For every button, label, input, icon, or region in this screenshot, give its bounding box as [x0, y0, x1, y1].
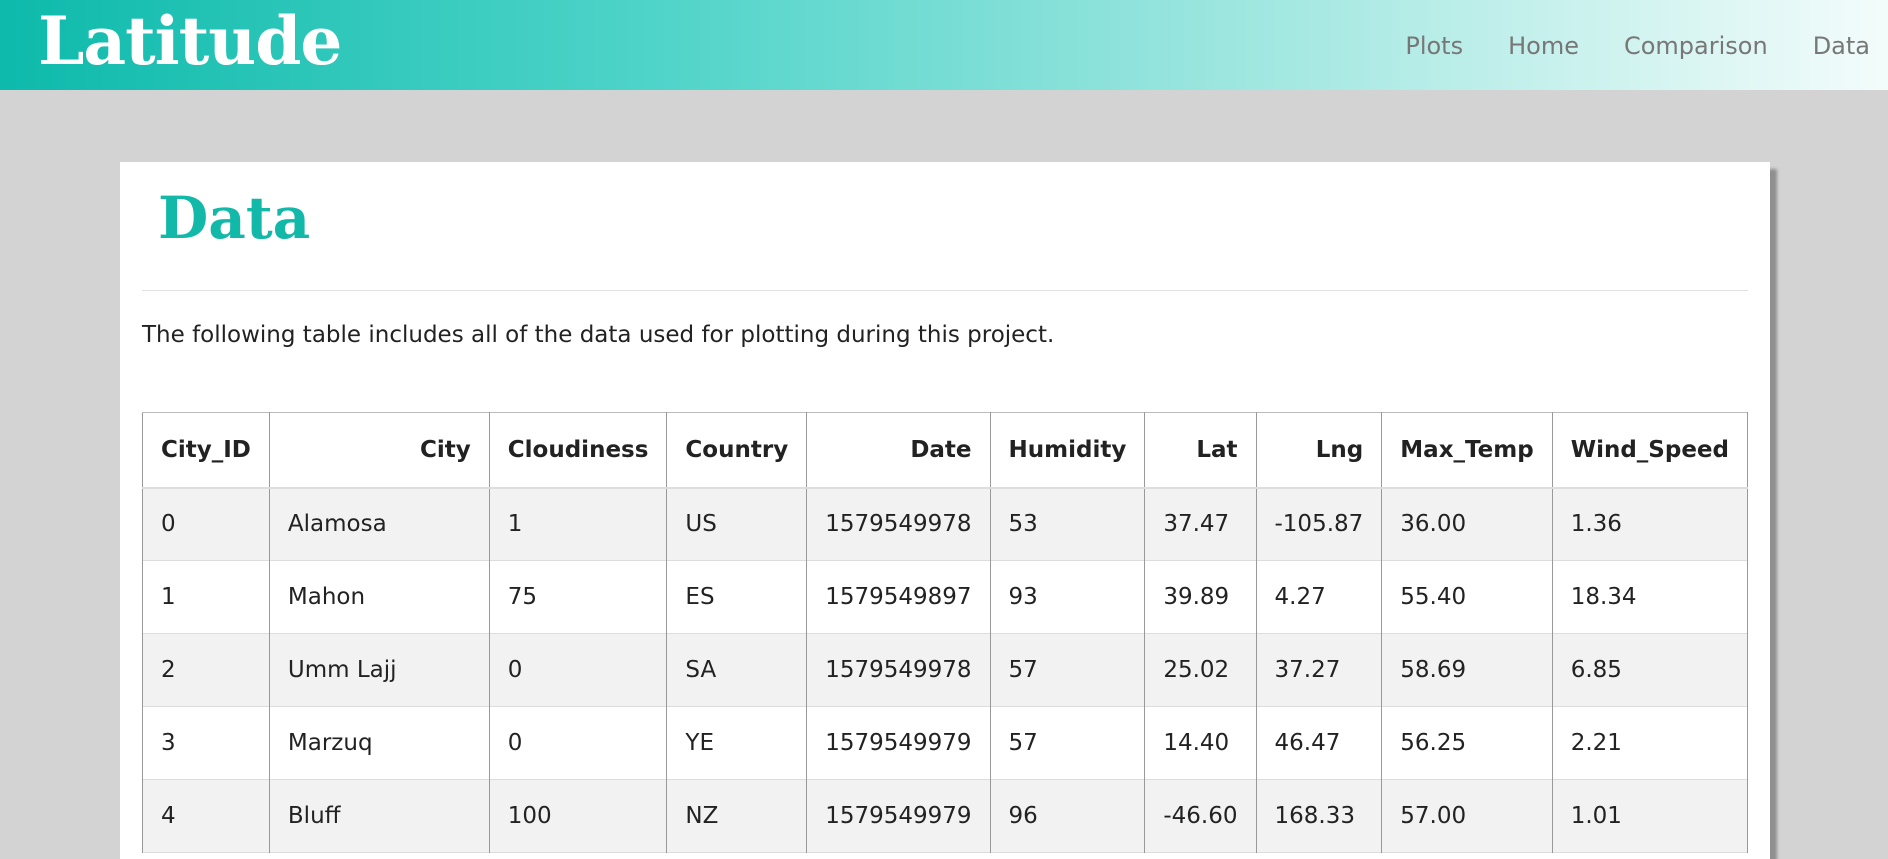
cell-humidity: 93: [989, 560, 1146, 634]
nav-link-comparison[interactable]: Comparison: [1624, 32, 1768, 60]
header-max-temp[interactable]: Max_Temp: [1381, 412, 1553, 489]
cell-lng: 4.27: [1255, 560, 1383, 634]
cell-lat: -46.60: [1144, 779, 1257, 853]
cell-date: 1579549978: [806, 633, 991, 707]
cell-humidity: 57: [989, 706, 1146, 780]
cell-humidity: 57: [989, 633, 1146, 707]
intro-text: The following table includes all of the …: [142, 322, 1055, 348]
cell-city-id: 3: [142, 706, 270, 780]
cell-country: YE: [666, 706, 808, 780]
nav-link-home[interactable]: Home: [1508, 32, 1579, 60]
cell-lat: 39.89: [1144, 560, 1257, 634]
header-lng[interactable]: Lng: [1255, 412, 1383, 489]
cell-lat: 37.47: [1144, 487, 1257, 561]
nav-links: Plots Home Comparison Data: [1360, 32, 1870, 60]
brand-logo[interactable]: Latitude: [38, 2, 342, 80]
header-city[interactable]: City: [268, 412, 490, 489]
cell-country: US: [666, 487, 808, 561]
table-row: 2 Umm Lajj 0 SA 1579549978 57 25.02 37.2…: [142, 633, 1749, 707]
cell-city-id: 0: [142, 487, 270, 561]
cell-lat: 14.40: [1144, 706, 1257, 780]
cell-city: Mahon: [268, 560, 490, 634]
table-row: 3 Marzuq 0 YE 1579549979 57 14.40 46.47 …: [142, 706, 1749, 780]
cell-date: 1579549897: [806, 560, 991, 634]
header-city-id[interactable]: City_ID: [142, 412, 270, 489]
cell-cloudiness: 75: [488, 560, 668, 634]
header-date[interactable]: Date: [806, 412, 991, 489]
cell-date: 1579549979: [806, 706, 991, 780]
cell-lng: 37.27: [1255, 633, 1383, 707]
cell-wind-speed: 1.36: [1551, 487, 1749, 561]
table-row: 0 Alamosa 1 US 1579549978 53 37.47 -105.…: [142, 487, 1749, 561]
page-title: Data: [158, 184, 311, 252]
cell-cloudiness: 1: [488, 487, 668, 561]
cell-cloudiness: 0: [488, 633, 668, 707]
header-wind-speed[interactable]: Wind_Speed: [1551, 412, 1749, 489]
header-country[interactable]: Country: [666, 412, 808, 489]
content-card: Data The following table includes all of…: [120, 162, 1770, 859]
cell-max-temp: 55.40: [1381, 560, 1553, 634]
header-humidity[interactable]: Humidity: [989, 412, 1146, 489]
cell-country: NZ: [666, 779, 808, 853]
divider: [142, 290, 1748, 291]
cell-country: SA: [666, 633, 808, 707]
cell-max-temp: 58.69: [1381, 633, 1553, 707]
nav-link-plots[interactable]: Plots: [1405, 32, 1463, 60]
cell-city: Marzuq: [268, 706, 490, 780]
table-row: 1 Mahon 75 ES 1579549897 93 39.89 4.27 5…: [142, 560, 1749, 634]
cell-lng: -105.87: [1255, 487, 1383, 561]
cell-lng: 168.33: [1255, 779, 1383, 853]
cell-humidity: 96: [989, 779, 1146, 853]
cell-date: 1579549979: [806, 779, 991, 853]
table-row: 4 Bluff 100 NZ 1579549979 96 -46.60 168.…: [142, 779, 1749, 853]
header-lat[interactable]: Lat: [1144, 412, 1257, 489]
cell-city-id: 2: [142, 633, 270, 707]
cell-max-temp: 36.00: [1381, 487, 1553, 561]
cell-wind-speed: 6.85: [1551, 633, 1749, 707]
cell-city: Umm Lajj: [268, 633, 490, 707]
cell-date: 1579549978: [806, 487, 991, 561]
cell-humidity: 53: [989, 487, 1146, 561]
cell-city-id: 4: [142, 779, 270, 853]
table-header-row: City_ID City Cloudiness Country Date Hum…: [142, 412, 1749, 489]
cell-city: Bluff: [268, 779, 490, 853]
cell-cloudiness: 0: [488, 706, 668, 780]
cell-max-temp: 57.00: [1381, 779, 1553, 853]
cell-max-temp: 56.25: [1381, 706, 1553, 780]
navbar: Latitude Plots Home Comparison Data: [0, 0, 1888, 90]
cell-country: ES: [666, 560, 808, 634]
cell-lat: 25.02: [1144, 633, 1257, 707]
data-table: City_ID City Cloudiness Country Date Hum…: [142, 412, 1749, 853]
header-cloudiness[interactable]: Cloudiness: [488, 412, 668, 489]
cell-cloudiness: 100: [488, 779, 668, 853]
cell-city-id: 1: [142, 560, 270, 634]
cell-city: Alamosa: [268, 487, 490, 561]
cell-lng: 46.47: [1255, 706, 1383, 780]
cell-wind-speed: 2.21: [1551, 706, 1749, 780]
cell-wind-speed: 18.34: [1551, 560, 1749, 634]
cell-wind-speed: 1.01: [1551, 779, 1749, 853]
nav-link-data[interactable]: Data: [1813, 32, 1870, 60]
